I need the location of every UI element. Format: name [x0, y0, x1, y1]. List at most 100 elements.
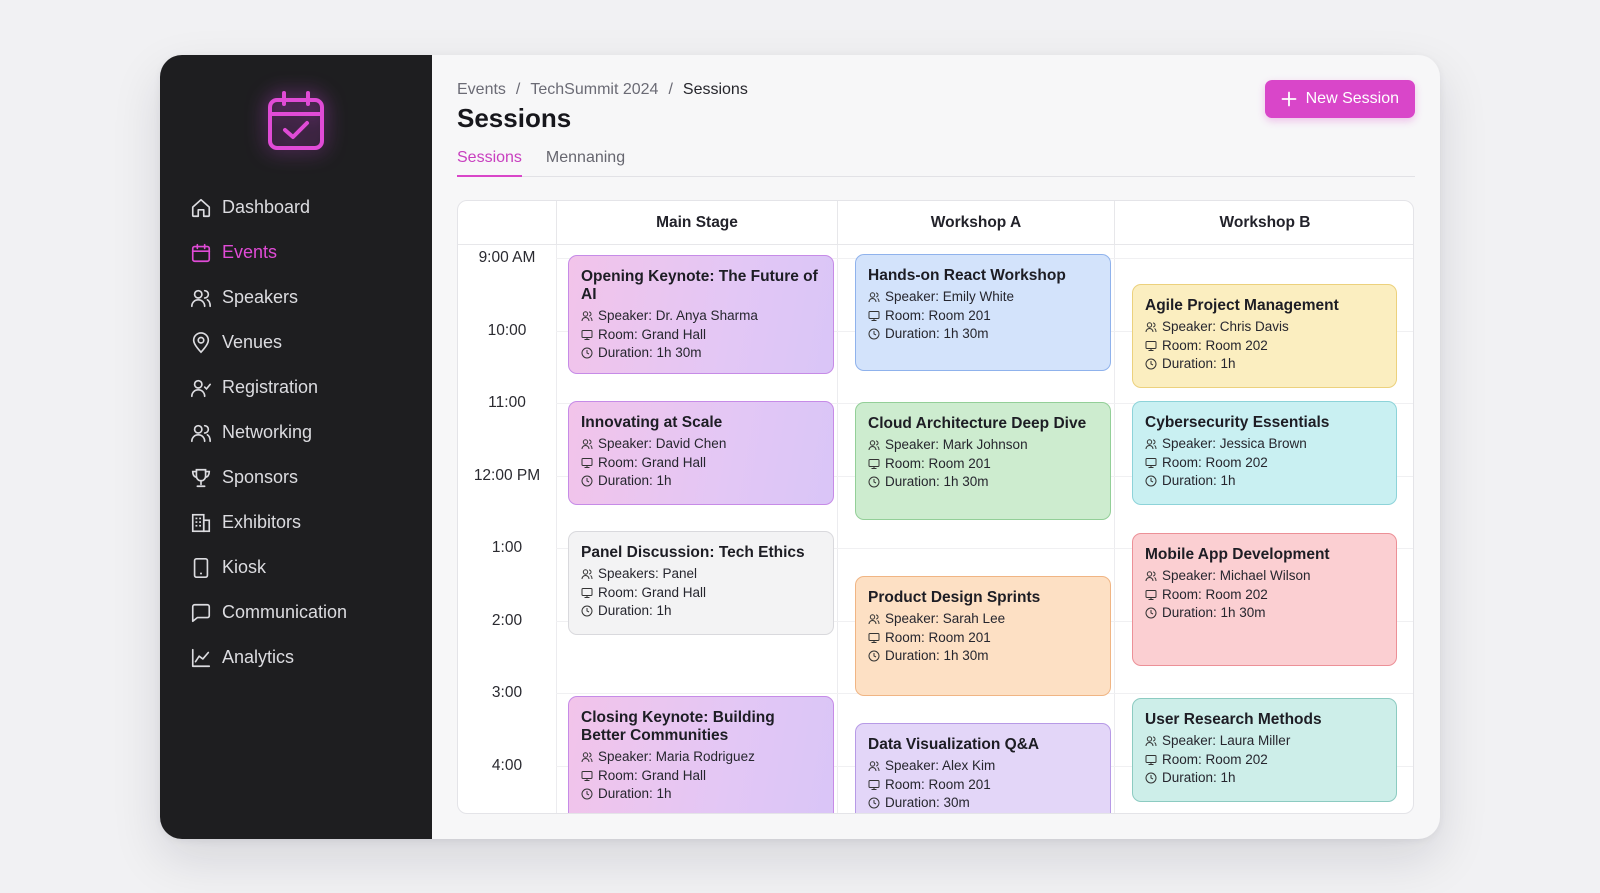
session-card[interactable]: Cybersecurity Essentials Speaker: Jessic… [1132, 401, 1397, 505]
time-label: 2:00 [491, 612, 523, 629]
sidebar-item-sponsors[interactable]: Sponsors [190, 455, 420, 500]
session-card[interactable]: Mobile App Development Speaker: Michael … [1132, 533, 1397, 666]
session-card[interactable]: Opening Keynote: The Future of AI Speake… [568, 255, 834, 374]
room-icon [1145, 589, 1157, 600]
tab-mennaning[interactable]: Mennaning [546, 147, 625, 177]
session-duration: Duration: 1h 30m [885, 474, 989, 489]
breadcrumb-events[interactable]: Events [457, 81, 506, 99]
sidebar-item-label: Venues [222, 332, 283, 352]
room-icon [581, 587, 593, 598]
session-title: Closing Keynote: Building Better Communi… [581, 709, 775, 744]
session-room: Room: Grand Hall [598, 454, 707, 470]
sidebar-item-registration[interactable]: Registration [190, 365, 420, 410]
sidebar-item-networking[interactable]: Networking [190, 410, 420, 455]
room-icon [581, 329, 593, 340]
session-speaker: Speaker: Sarah Lee [885, 611, 1006, 626]
session-room: Room: Room 202 [1162, 454, 1268, 470]
sidebar-item-speakers[interactable]: Speakers [190, 275, 420, 320]
column-header-workshop-a: Workshop A [837, 201, 1114, 244]
session-duration: Duration: 1h 30m [1162, 605, 1266, 620]
session-card[interactable]: User Research Methods Speaker: Laura Mil… [1132, 698, 1397, 802]
session-duration: Duration: 1h [598, 603, 672, 618]
session-speaker: Speaker: Alex Kim [885, 758, 996, 773]
sidebar-item-label: Speakers [222, 287, 299, 307]
session-title: Agile Project Management [1145, 297, 1339, 314]
session-speaker: Speaker: Michael Wilson [1162, 568, 1311, 583]
breadcrumb-separator: / [515, 81, 521, 98]
session-room: Room: Room 202 [1162, 751, 1268, 767]
session-card[interactable]: Data Visualization Q&A Speaker: Alex Kim… [855, 723, 1111, 813]
session-duration: Duration: 1h 30m [885, 326, 989, 341]
session-duration: Duration: 1h 30m [598, 345, 702, 360]
session-room: Room: Room 201 [885, 307, 991, 323]
session-speaker: Speaker: Chris Davis [1162, 319, 1289, 334]
header-divider [458, 244, 1413, 245]
tab-sessions[interactable]: Sessions [457, 147, 522, 177]
room-icon [1145, 754, 1157, 765]
session-room: Room: Room 202 [1162, 586, 1268, 602]
sidebar-item-label: Exhibitors [222, 512, 302, 532]
sidebar-item-communication[interactable]: Communication [190, 590, 420, 635]
sidebar-item-analytics[interactable]: Analytics [190, 635, 420, 680]
session-room: Room: Grand Hall [598, 326, 707, 342]
time-label: 1:00 [491, 539, 523, 556]
room-icon [1145, 457, 1157, 468]
speaker-icon [868, 761, 880, 772]
sidebar-item-kiosk[interactable]: Kiosk [190, 545, 420, 590]
session-card[interactable]: Panel Discussion: Tech Ethics Speakers: … [568, 531, 834, 635]
sidebar-item-venues[interactable]: Venues [190, 320, 420, 365]
breadcrumb-event[interactable]: TechSummit 2024 [530, 81, 658, 99]
session-duration: Duration: 1h [598, 786, 672, 801]
sidebar-item-label: Communication [222, 602, 348, 622]
room-icon [581, 457, 593, 468]
session-speaker: Speakers: Panel [598, 566, 698, 581]
session-title: Mobile App Development [1145, 546, 1330, 563]
speaker-icon [581, 311, 593, 322]
sidebar-item-events[interactable]: Events [190, 230, 420, 275]
trophy-icon [191, 468, 211, 487]
room-icon [1145, 340, 1157, 351]
session-duration: Duration: 1h [1162, 356, 1236, 371]
plus-icon [1281, 91, 1297, 107]
speaker-icon [581, 752, 593, 763]
session-room: Room: Room 201 [885, 629, 991, 645]
clock-icon [1145, 607, 1157, 619]
session-duration: Duration: 1h [1162, 473, 1236, 488]
session-title: Product Design Sprints [868, 589, 1041, 606]
session-title: Opening Keynote: The Future of AI [581, 268, 818, 303]
session-room: Room: Grand Hall [598, 767, 707, 783]
session-title: Hands-on React Workshop [868, 267, 1066, 284]
sidebar-item-exhibitors[interactable]: Exhibitors [190, 500, 420, 545]
session-card[interactable]: Hands-on React Workshop Speaker: Emily W… [855, 254, 1111, 371]
room-icon [868, 310, 880, 321]
session-card[interactable]: Closing Keynote: Building Better Communi… [568, 696, 834, 813]
room-icon [868, 458, 880, 469]
session-duration: Duration: 1h 30m [885, 648, 989, 663]
new-session-label: New Session [1305, 90, 1399, 107]
session-card[interactable]: Product Design Sprints Speaker: Sarah Le… [855, 576, 1111, 696]
clock-icon [868, 650, 880, 662]
session-card[interactable]: Innovating at Scale Speaker: David Chen … [568, 401, 834, 505]
session-title: User Research Methods [1145, 711, 1322, 728]
sidebar-item-label: Events [222, 242, 278, 262]
users-icon [191, 424, 211, 442]
session-card[interactable]: Agile Project Management Speaker: Chris … [1132, 284, 1397, 388]
session-speaker: Speaker: Jessica Brown [1162, 436, 1307, 451]
app-window: Dashboard Events Speakers Venues Registr… [160, 55, 1440, 839]
calendar-check-logo-icon [260, 85, 332, 157]
sidebar-item-label: Analytics [222, 647, 295, 667]
session-duration: Duration: 1h [598, 473, 672, 488]
schedule-grid: Main Stage Workshop A Workshop B 9:00 AM… [457, 200, 1414, 814]
sidebar-item-label: Dashboard [222, 197, 311, 217]
new-session-button[interactable]: New Session [1264, 80, 1415, 118]
users-icon [191, 289, 211, 307]
clock-icon [1145, 772, 1157, 784]
clock-icon [581, 475, 593, 487]
session-card[interactable]: Cloud Architecture Deep Dive Speaker: Ma… [855, 402, 1111, 520]
column-divider [1114, 201, 1115, 813]
clock-icon [581, 347, 593, 359]
room-icon [868, 779, 880, 790]
sidebar-nav: Dashboard Events Speakers Venues Registr… [190, 185, 420, 680]
session-speaker: Speaker: David Chen [598, 436, 727, 451]
sidebar-item-dashboard[interactable]: Dashboard [190, 185, 420, 230]
